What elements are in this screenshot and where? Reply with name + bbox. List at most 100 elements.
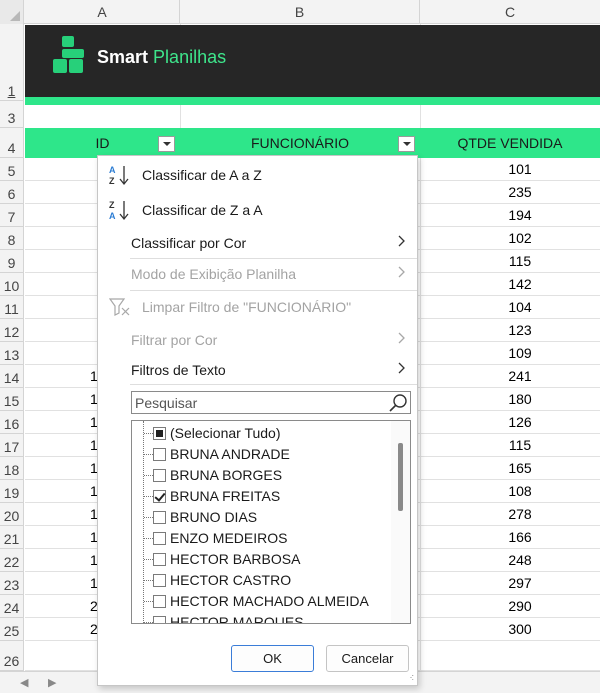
- row-header[interactable]: 20: [0, 503, 24, 526]
- filter-list-item[interactable]: (Selecionar Tudo): [132, 423, 392, 444]
- row-header[interactable]: 15: [0, 388, 24, 411]
- menu-clear-filter: Limpar Filtro de "FUNCIONÁRIO": [98, 293, 417, 321]
- header-qtde-vendida: QTDE VENDIDA: [457, 135, 563, 151]
- filter-item-label: HECTOR MARQUES: [170, 614, 304, 624]
- qtde-cell[interactable]: 115: [470, 253, 570, 269]
- filter-checkbox[interactable]: [153, 490, 166, 503]
- row-header[interactable]: 19: [0, 480, 24, 503]
- tree-connector: [144, 433, 153, 434]
- menu-sheet-view: Modo de Exibição Planilha: [98, 260, 417, 288]
- qtde-cell[interactable]: 278: [470, 506, 570, 522]
- row-header[interactable]: 23: [0, 572, 24, 595]
- filter-checkbox[interactable]: [153, 616, 166, 623]
- filter-list-item[interactable]: HECTOR MACHADO ALMEIDA: [132, 591, 392, 612]
- row-header[interactable]: 9: [0, 250, 24, 273]
- chevron-right-icon: [398, 362, 405, 374]
- qtde-cell[interactable]: 166: [470, 529, 570, 545]
- qtde-cell[interactable]: 241: [470, 368, 570, 384]
- filter-dropdown-id[interactable]: [158, 136, 175, 152]
- qtde-cell[interactable]: 165: [470, 460, 570, 476]
- qtde-cell[interactable]: 235: [470, 184, 570, 200]
- menu-sort-a-to-z[interactable]: A Z Classificar de A a Z: [98, 161, 417, 189]
- qtde-cell[interactable]: 108: [470, 483, 570, 499]
- qtde-cell[interactable]: 101: [470, 161, 570, 177]
- tree-connector: [144, 622, 153, 623]
- row-header[interactable]: 7: [0, 204, 24, 227]
- filter-list-item[interactable]: BRUNA BORGES: [132, 465, 392, 486]
- row-header[interactable]: 3: [0, 101, 24, 128]
- menu-sort-z-to-a[interactable]: Z A Classificar de Z a A: [98, 196, 417, 224]
- row-header[interactable]: 24: [0, 595, 24, 618]
- filter-list-item[interactable]: HECTOR CASTRO: [132, 570, 392, 591]
- row-header[interactable]: 25: [0, 618, 24, 641]
- filter-search-input[interactable]: [132, 392, 382, 413]
- row-header[interactable]: 13: [0, 342, 24, 365]
- grid-line: [420, 24, 421, 671]
- list-scrollbar[interactable]: [391, 421, 410, 623]
- qtde-cell[interactable]: 290: [470, 598, 570, 614]
- column-header-c[interactable]: C: [420, 0, 600, 24]
- qtde-cell[interactable]: 180: [470, 391, 570, 407]
- resize-grip-icon[interactable]: ·:: [410, 672, 414, 682]
- row-header[interactable]: 14: [0, 365, 24, 388]
- row-header[interactable]: 21: [0, 526, 24, 549]
- row-header[interactable]: 8: [0, 227, 24, 250]
- filter-list-item[interactable]: ENZO MEDEIROS: [132, 528, 392, 549]
- menu-sort-by-color[interactable]: Classificar por Cor: [98, 229, 417, 257]
- filter-checkbox[interactable]: [153, 427, 166, 440]
- filter-list-item[interactable]: HECTOR BARBOSA: [132, 549, 392, 570]
- row-header[interactable]: 1: [0, 24, 24, 101]
- filter-checkbox[interactable]: [153, 532, 166, 545]
- qtde-cell[interactable]: 194: [470, 207, 570, 223]
- row-header[interactable]: 12: [0, 319, 24, 342]
- filter-item-label: BRUNA BORGES: [170, 467, 283, 483]
- accent-stripe: [25, 97, 600, 105]
- autofilter-dropdown: A Z Classificar de A a Z Z A Classificar…: [97, 155, 418, 686]
- qtde-cell[interactable]: 102: [470, 230, 570, 246]
- cancel-button[interactable]: Cancelar: [326, 645, 409, 672]
- qtde-cell[interactable]: 109: [470, 345, 570, 361]
- filter-checkbox[interactable]: [153, 595, 166, 608]
- filter-checkbox[interactable]: [153, 574, 166, 587]
- filter-checkbox[interactable]: [153, 469, 166, 482]
- qtde-cell[interactable]: 248: [470, 552, 570, 568]
- list-scrollbar-thumb[interactable]: [398, 443, 403, 511]
- scroll-left-icon[interactable]: ◀: [20, 676, 28, 689]
- svg-text:Z: Z: [109, 176, 115, 186]
- qtde-cell[interactable]: 126: [470, 414, 570, 430]
- row-header[interactable]: 5: [0, 158, 24, 181]
- filter-checkbox[interactable]: [153, 511, 166, 524]
- filter-checkbox[interactable]: [153, 448, 166, 461]
- column-header-b[interactable]: B: [180, 0, 420, 24]
- filter-list-item[interactable]: HECTOR MARQUES: [132, 612, 392, 624]
- row-header[interactable]: 4: [0, 128, 24, 158]
- menu-text-filters[interactable]: Filtros de Texto: [98, 356, 417, 384]
- qtde-cell[interactable]: 300: [470, 621, 570, 637]
- row-header[interactable]: 18: [0, 457, 24, 480]
- row-header[interactable]: 26: [0, 641, 24, 671]
- filter-list-item[interactable]: BRUNA FREITAS: [132, 486, 392, 507]
- select-all-corner[interactable]: [0, 0, 24, 24]
- row-header[interactable]: 22: [0, 549, 24, 572]
- filter-checkbox[interactable]: [153, 553, 166, 566]
- filter-list-item[interactable]: BRUNA ANDRADE: [132, 444, 392, 465]
- row-header[interactable]: 11: [0, 296, 24, 319]
- ok-button[interactable]: OK: [231, 645, 314, 672]
- filter-dropdown-funcionario[interactable]: [398, 136, 415, 152]
- qtde-cell[interactable]: 123: [470, 322, 570, 338]
- filter-item-label: HECTOR CASTRO: [170, 572, 292, 588]
- clear-filter-icon: [109, 298, 130, 316]
- row-header[interactable]: 17: [0, 434, 24, 457]
- qtde-cell[interactable]: 115: [470, 437, 570, 453]
- row-header[interactable]: 10: [0, 273, 24, 296]
- filter-list-item[interactable]: BRUNO DIAS: [132, 507, 392, 528]
- logo-icon: [53, 36, 85, 74]
- row-header[interactable]: 16: [0, 411, 24, 434]
- qtde-cell[interactable]: 104: [470, 299, 570, 315]
- filter-values-list: (Selecionar Tudo) BRUNA ANDRADE BRUNA BORG…: [131, 420, 411, 624]
- column-header-a[interactable]: A: [25, 0, 180, 24]
- row-header[interactable]: 6: [0, 181, 24, 204]
- scroll-right-icon[interactable]: ▶: [48, 676, 56, 689]
- qtde-cell[interactable]: 297: [470, 575, 570, 591]
- qtde-cell[interactable]: 142: [470, 276, 570, 292]
